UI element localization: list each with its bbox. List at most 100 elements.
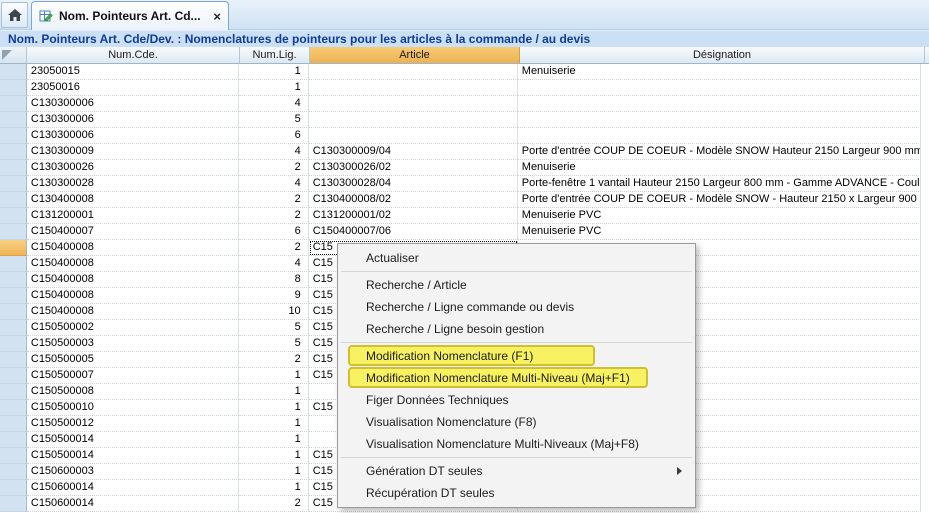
menu-item[interactable]: Récupération DT seules (339, 482, 694, 504)
row-selector[interactable] (0, 384, 27, 400)
cell-article[interactable] (309, 96, 518, 112)
cell-designation[interactable] (518, 80, 921, 96)
cell-article[interactable]: C130300009/04 (309, 144, 518, 160)
cell-article[interactable] (309, 64, 518, 80)
row-selector[interactable] (0, 96, 27, 112)
row-selector[interactable] (0, 80, 27, 96)
cell-article[interactable]: C150400007/06 (309, 224, 518, 240)
cell-num-cde[interactable]: 23050015 (27, 64, 239, 80)
cell-designation[interactable]: Menuiserie (518, 64, 921, 80)
cell-num-cde[interactable]: C130300026 (27, 160, 239, 176)
cell-num-cde[interactable]: C150500008 (27, 384, 239, 400)
cell-num-cde[interactable]: C130300006 (27, 112, 239, 128)
cell-designation[interactable] (518, 96, 921, 112)
tab-nom-pointeurs[interactable]: Nom. Pointeurs Art. Cd... × (31, 1, 229, 30)
cell-num-lig[interactable]: 1 (239, 400, 309, 416)
menu-item[interactable]: Visualisation Nomenclature (F8) (339, 411, 694, 433)
menu-item[interactable]: Modification Nomenclature (F1) (339, 345, 694, 367)
home-button[interactable] (1, 2, 28, 28)
row-selector[interactable] (0, 272, 27, 288)
cell-num-cde[interactable]: 23050016 (27, 80, 239, 96)
menu-item[interactable]: Recherche / Ligne besoin gestion (339, 318, 694, 340)
cell-num-cde[interactable]: C150400008 (27, 288, 239, 304)
cell-designation[interactable]: Porte d'entrée COUP DE COEUR - Modèle SN… (518, 144, 921, 160)
cell-article[interactable] (309, 80, 518, 96)
cell-num-lig[interactable]: 4 (239, 256, 309, 272)
cell-num-cde[interactable]: C150500012 (27, 416, 239, 432)
cell-num-cde[interactable]: C150500003 (27, 336, 239, 352)
cell-num-lig[interactable]: 1 (239, 368, 309, 384)
cell-num-lig[interactable]: 10 (239, 304, 309, 320)
cell-num-cde[interactable]: C150600014 (27, 496, 239, 512)
cell-num-cde[interactable]: C150500002 (27, 320, 239, 336)
menu-item[interactable]: Visualisation Nomenclature Multi-Niveaux… (339, 433, 694, 455)
cell-num-cde[interactable]: C150400008 (27, 304, 239, 320)
cell-num-cde[interactable]: C150400007 (27, 224, 239, 240)
cell-designation[interactable] (518, 112, 921, 128)
menu-item[interactable]: Modification Nomenclature Multi-Niveau (… (339, 367, 694, 389)
cell-num-lig[interactable]: 4 (239, 176, 309, 192)
cell-num-cde[interactable]: C150600014 (27, 480, 239, 496)
menu-item[interactable]: Recherche / Article (339, 274, 694, 296)
cell-num-cde[interactable]: C150500005 (27, 352, 239, 368)
row-selector[interactable] (0, 304, 27, 320)
column-header-designation[interactable]: Désignation (520, 47, 925, 64)
cell-num-lig[interactable]: 1 (239, 432, 309, 448)
cell-num-lig[interactable]: 5 (239, 112, 309, 128)
row-selector[interactable] (0, 256, 27, 272)
menu-item[interactable]: Figer Données Techniques (339, 389, 694, 411)
cell-num-lig[interactable]: 2 (239, 352, 309, 368)
tab-close-icon[interactable]: × (213, 10, 221, 23)
row-selector[interactable] (0, 64, 27, 80)
row-selector[interactable] (0, 160, 27, 176)
row-selector[interactable] (0, 240, 27, 256)
cell-num-lig[interactable]: 1 (239, 416, 309, 432)
row-selector[interactable] (0, 480, 27, 496)
menu-item[interactable]: Recherche / Ligne commande ou devis (339, 296, 694, 318)
row-selector[interactable] (0, 288, 27, 304)
cell-article[interactable]: C130400008/02 (309, 192, 518, 208)
grid-corner-cell[interactable] (0, 47, 27, 64)
row-selector[interactable] (0, 208, 27, 224)
cell-num-lig[interactable]: 2 (239, 496, 309, 512)
row-selector[interactable] (0, 400, 27, 416)
cell-num-lig[interactable]: 1 (239, 64, 309, 80)
cell-num-cde[interactable]: C150500007 (27, 368, 239, 384)
cell-num-cde[interactable]: C130400008 (27, 192, 239, 208)
menu-item[interactable]: Génération DT seules (339, 460, 694, 482)
cell-num-cde[interactable]: C150400008 (27, 240, 239, 256)
cell-designation[interactable]: Menuiserie PVC (518, 208, 921, 224)
row-selector[interactable] (0, 320, 27, 336)
row-selector[interactable] (0, 112, 27, 128)
row-selector[interactable] (0, 336, 27, 352)
row-selector[interactable] (0, 192, 27, 208)
menu-item[interactable]: Actualiser (339, 247, 694, 269)
cell-num-lig[interactable]: 9 (239, 288, 309, 304)
cell-num-lig[interactable]: 2 (239, 208, 309, 224)
cell-num-lig[interactable]: 4 (239, 96, 309, 112)
cell-article[interactable] (309, 112, 518, 128)
cell-num-lig[interactable]: 2 (239, 240, 309, 256)
cell-num-cde[interactable]: C150500014 (27, 448, 239, 464)
row-selector[interactable] (0, 464, 27, 480)
cell-num-cde[interactable]: C130300028 (27, 176, 239, 192)
cell-article[interactable]: C130300026/02 (309, 160, 518, 176)
row-selector[interactable] (0, 352, 27, 368)
cell-num-lig[interactable]: 6 (239, 224, 309, 240)
column-header-num-cde[interactable]: Num.Cde. (27, 47, 240, 64)
cell-num-lig[interactable]: 5 (239, 320, 309, 336)
row-selector[interactable] (0, 224, 27, 240)
cell-num-cde[interactable]: C130300006 (27, 96, 239, 112)
cell-num-lig[interactable]: 1 (239, 384, 309, 400)
cell-num-lig[interactable]: 1 (239, 480, 309, 496)
cell-designation[interactable]: Menuiserie PVC (518, 224, 921, 240)
cell-num-lig[interactable]: 1 (239, 448, 309, 464)
row-selector[interactable] (0, 144, 27, 160)
cell-num-lig[interactable]: 1 (239, 80, 309, 96)
cell-num-lig[interactable]: 5 (239, 336, 309, 352)
cell-num-lig[interactable]: 4 (239, 144, 309, 160)
row-selector[interactable] (0, 128, 27, 144)
column-header-num-lig[interactable]: Num.Lig. (240, 47, 310, 64)
row-selector[interactable] (0, 448, 27, 464)
cell-num-cde[interactable]: C150400008 (27, 272, 239, 288)
